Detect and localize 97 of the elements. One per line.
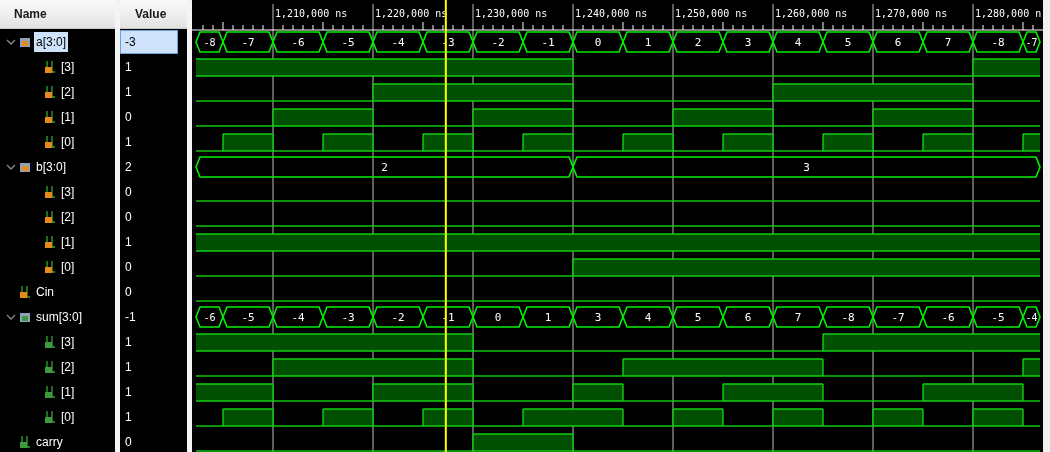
time-label: 1,210,000 ns <box>275 8 348 19</box>
signal-value: -3 <box>120 29 178 54</box>
bus-segment: 2 <box>672 31 724 53</box>
bus-segment: 5 <box>672 306 724 328</box>
signal-value: 0 <box>124 108 133 126</box>
bus-segment: -5 <box>972 306 1024 328</box>
bus-segment: -4 <box>1022 306 1041 328</box>
bus-segment: -5 <box>222 306 274 328</box>
bus-segment: -7 <box>1022 31 1041 53</box>
signal-icon <box>19 285 31 298</box>
bus-segment: 1 <box>622 31 674 53</box>
signal-value: 1 <box>124 333 133 351</box>
time-label: 1,260,000 ns <box>775 8 848 19</box>
signal-value: 0 <box>124 208 133 226</box>
time-label: 1,240,000 ns <box>575 8 648 19</box>
signal-icon <box>44 260 56 273</box>
signal-name[interactable]: [2] <box>59 81 77 102</box>
signal-name[interactable]: [1] <box>59 106 77 127</box>
signal-icon <box>44 235 56 248</box>
signal-value: 1 <box>124 358 133 376</box>
bus-segment: 4 <box>772 31 824 53</box>
signal-name[interactable]: b[3:0] <box>34 156 69 177</box>
column-header[interactable]: Value <box>120 0 187 29</box>
signal-name[interactable]: [0] <box>59 131 77 152</box>
bus-segment: 3 <box>572 156 1041 178</box>
bus-segment: 6 <box>722 306 774 328</box>
bus-segment: -2 <box>472 31 524 53</box>
bus-segment: 4 <box>622 306 674 328</box>
signal-icon <box>44 410 56 423</box>
bus-segment: -7 <box>872 306 924 328</box>
bus-segment: 0 <box>472 306 524 328</box>
signal-name[interactable]: [3] <box>59 56 77 77</box>
time-label: 1,270,000 ns <box>875 8 948 19</box>
signal-icon <box>44 85 56 98</box>
signal-value: 1 <box>124 58 133 76</box>
bus-segment: -2 <box>372 306 424 328</box>
bus-segment: 5 <box>822 31 874 53</box>
scrollbar[interactable] <box>1043 0 1050 452</box>
signal-name[interactable]: carry <box>34 431 65 452</box>
bus-segment: -3 <box>322 306 374 328</box>
signal-icon <box>44 135 56 148</box>
bus-segment: 7 <box>922 31 974 53</box>
bus-segment: 1 <box>522 306 574 328</box>
bus-segment: -4 <box>372 31 424 53</box>
signal-name[interactable]: [0] <box>59 406 77 427</box>
signal-icon <box>19 435 31 448</box>
signal-icon <box>44 110 56 123</box>
signal-name[interactable]: [2] <box>59 206 77 227</box>
signal-icon <box>44 360 56 373</box>
signal-name[interactable]: a[3:0] <box>34 31 69 52</box>
signal-value: 1 <box>124 83 133 101</box>
signal-name[interactable]: [3] <box>59 181 77 202</box>
column-header[interactable]: Name <box>0 0 115 29</box>
signal-icon <box>44 335 56 348</box>
signal-name[interactable]: [2] <box>59 356 77 377</box>
time-label: 1,230,000 ns <box>475 8 548 19</box>
signal-value: 1 <box>124 133 133 151</box>
signal-value: 0 <box>124 258 133 276</box>
bus-segment: -5 <box>322 31 374 53</box>
bus-segment: -8 <box>972 31 1024 53</box>
bus-signal-icon <box>19 35 31 48</box>
bus-segment: -6 <box>272 31 324 53</box>
signal-name[interactable]: [3] <box>59 331 77 352</box>
signal-value: 1 <box>124 383 133 401</box>
bus-segment: 6 <box>872 31 924 53</box>
bus-signal-icon <box>19 310 31 323</box>
bus-segment: -1 <box>522 31 574 53</box>
signal-value: 0 <box>124 283 133 301</box>
bus-segment: -6 <box>922 306 974 328</box>
bus-segment: 3 <box>722 31 774 53</box>
bus-segment: -6 <box>195 306 224 328</box>
signal-icon <box>44 210 56 223</box>
signal-value: 0 <box>124 183 133 201</box>
signal-icon <box>44 385 56 398</box>
signal-name[interactable]: Cin <box>34 281 56 302</box>
bus-segment: -8 <box>195 31 224 53</box>
signal-value: 1 <box>124 408 133 426</box>
bus-segment: -8 <box>822 306 874 328</box>
bus-segment: -7 <box>222 31 274 53</box>
signal-icon <box>44 185 56 198</box>
signal-value: -1 <box>124 308 137 326</box>
time-label: 1,280,000 n <box>975 8 1042 19</box>
signal-name[interactable]: [1] <box>59 231 77 252</box>
signal-value: 1 <box>124 233 133 251</box>
bus-segment: 2 <box>195 156 574 178</box>
bus-segment: 7 <box>772 306 824 328</box>
signal-name[interactable]: sum[3:0] <box>34 306 85 327</box>
time-label: 1,250,000 ns <box>675 8 748 19</box>
signal-name[interactable]: [0] <box>59 256 77 277</box>
bus-segment: 3 <box>572 306 624 328</box>
bus-segment: 0 <box>572 31 624 53</box>
signal-name[interactable]: [1] <box>59 381 77 402</box>
bus-signal-icon <box>19 160 31 173</box>
signal-icon <box>44 60 56 73</box>
signal-value: 2 <box>124 158 133 176</box>
bus-segment: -4 <box>272 306 324 328</box>
signal-value: 0 <box>124 433 133 451</box>
